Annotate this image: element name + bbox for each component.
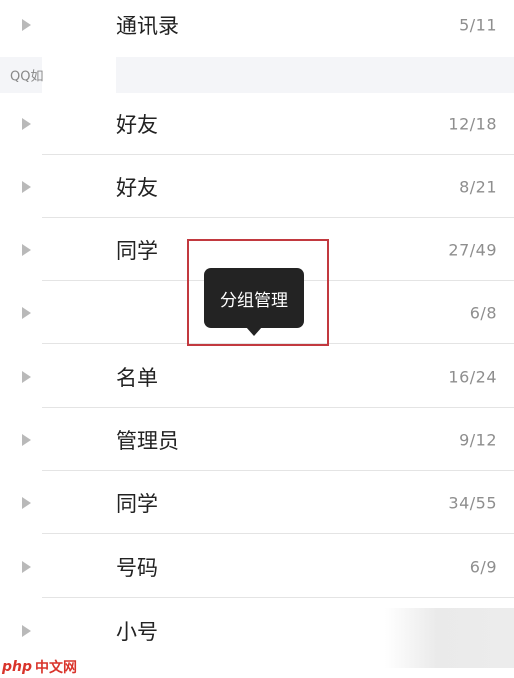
expand-arrow-icon[interactable] (22, 118, 31, 130)
group-row[interactable]: 好友 8/21 (0, 156, 514, 218)
group-name: 号码 (116, 556, 158, 580)
group-row[interactable]: 号码 6/9 (0, 536, 514, 598)
expand-arrow-icon[interactable] (22, 244, 31, 256)
contact-groups-screen: 通讯录 5/11 QQ如 好友 12/18 好友 8/21 同学 27/49 6… (0, 0, 514, 678)
group-name: 管理员 (116, 429, 179, 453)
group-row[interactable]: 通讯录 5/11 (0, 0, 514, 56)
group-name: 同学 (116, 239, 158, 263)
expand-arrow-icon[interactable] (22, 434, 31, 446)
group-row[interactable]: 同学 34/55 (0, 472, 514, 534)
group-count: 6/9 (469, 557, 497, 577)
section-label: QQ如 (10, 69, 44, 85)
watermark-logo: php (2, 659, 33, 675)
group-name: 同学 (116, 492, 158, 516)
group-count: 9/12 (459, 430, 497, 450)
expand-arrow-icon[interactable] (22, 497, 31, 509)
group-name: 小号 (116, 620, 158, 644)
group-name: 名单 (116, 366, 158, 390)
group-name: 好友 (116, 113, 158, 137)
group-name: 通讯录 (116, 14, 179, 38)
expand-arrow-icon[interactable] (22, 307, 31, 319)
group-manage-tooltip[interactable]: 分组管理 (204, 268, 304, 328)
tooltip-label: 分组管理 (220, 290, 288, 311)
watermark: php 中文网 (2, 658, 77, 676)
expand-arrow-icon[interactable] (22, 181, 31, 193)
expand-arrow-icon[interactable] (22, 625, 31, 637)
group-count: 12/18 (448, 114, 497, 134)
group-count: 8/21 (459, 177, 497, 197)
group-count: 16/24 (448, 367, 497, 387)
group-row[interactable]: 管理员 9/12 (0, 409, 514, 471)
group-count: 6/8 (469, 303, 497, 323)
group-row[interactable]: 好友 12/18 (0, 93, 514, 155)
group-count: 27/49 (448, 240, 497, 260)
group-count: 5/11 (459, 15, 497, 35)
watermark-text: 中文网 (35, 660, 78, 676)
expand-arrow-icon[interactable] (22, 371, 31, 383)
expand-arrow-icon[interactable] (22, 19, 31, 31)
section-header: QQ如 (0, 57, 514, 93)
expand-arrow-icon[interactable] (22, 561, 31, 573)
group-row[interactable]: 名单 16/24 (0, 346, 514, 408)
group-count: 34/55 (448, 493, 497, 513)
blurred-area (385, 608, 514, 668)
group-name: 好友 (116, 176, 158, 200)
